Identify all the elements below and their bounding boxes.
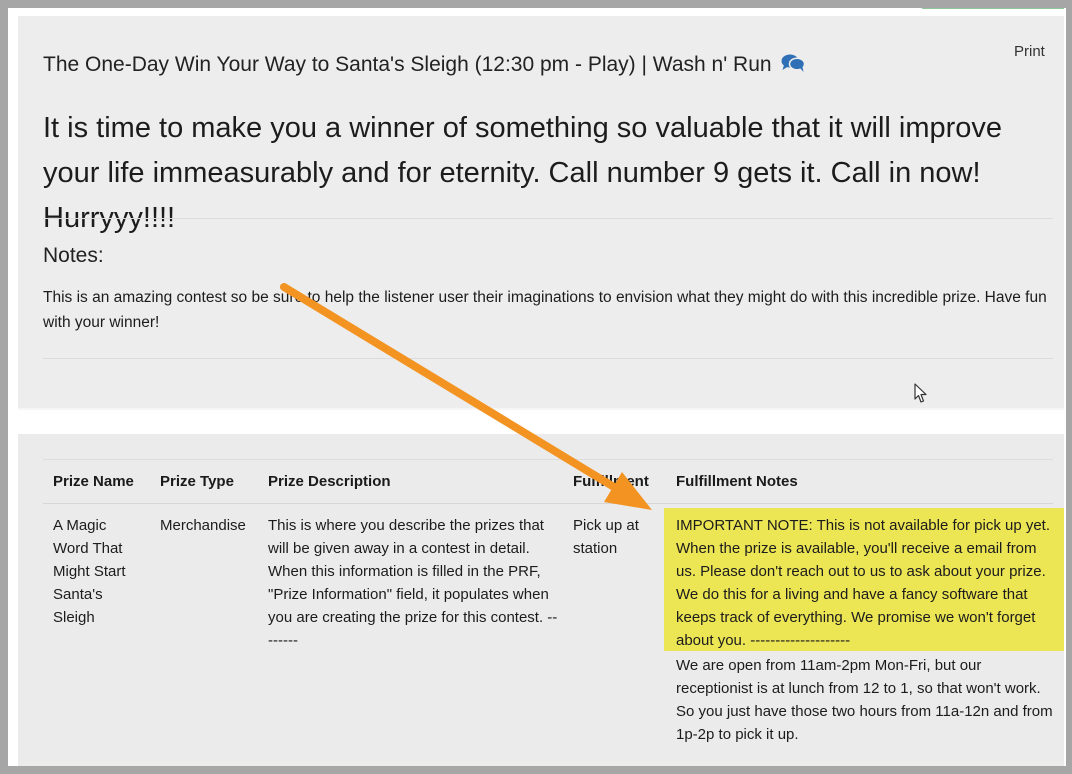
fulfillment-hours-note: We are open from 11am-2pm Mon-Fri, but o…	[676, 657, 1053, 743]
table-top-line	[43, 459, 1053, 460]
column-header-fulfillment-notes: Fulfillment Notes	[676, 473, 798, 490]
prize-type-cell: Merchandise	[160, 517, 246, 534]
print-link[interactable]: Print	[1014, 43, 1045, 60]
column-header-prize-name: Prize Name	[53, 473, 134, 490]
contest-title: The One-Day Win Your Way to Santa's Slei…	[43, 53, 806, 79]
column-header-prize-type: Prize Type	[160, 473, 234, 490]
table-header-line	[43, 503, 1053, 504]
top-accent-line	[922, 8, 1064, 9]
column-header-prize-description: Prize Description	[268, 473, 391, 490]
contest-title-text: The One-Day Win Your Way to Santa's Slei…	[43, 53, 772, 76]
script-divider	[43, 218, 1053, 219]
column-header-fulfillment: Fulfillment	[573, 473, 649, 490]
mouse-cursor-icon	[914, 383, 927, 403]
prize-description-cell: This is where you describe the prizes th…	[268, 517, 558, 649]
fulfillment-cell: Pick up at station	[573, 517, 639, 557]
fulfillment-important-note: IMPORTANT NOTE: This is not available fo…	[676, 517, 1051, 649]
notes-divider	[43, 358, 1053, 359]
panel-divider	[18, 408, 1064, 410]
prize-name-cell: A Magic Word That Might Start Santa's Sl…	[53, 517, 126, 626]
notes-heading: Notes:	[43, 244, 104, 267]
notes-text: This is an amazing contest so be sure to…	[43, 289, 1047, 331]
comments-icon[interactable]	[781, 53, 806, 79]
on-air-script-text: It is time to make you a winner of somet…	[43, 112, 1003, 234]
